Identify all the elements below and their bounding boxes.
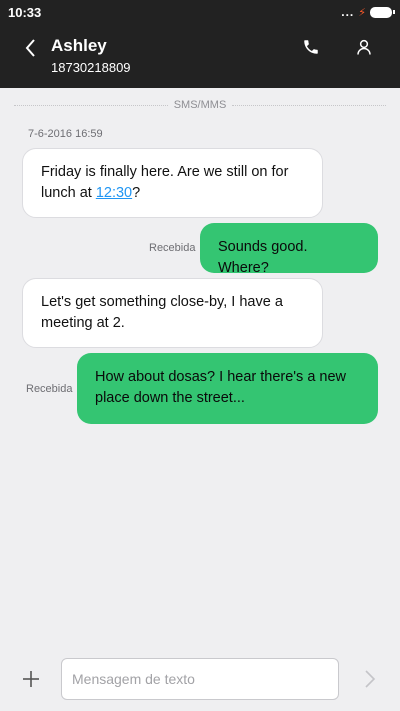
- channel-label: SMS/MMS: [173, 99, 227, 111]
- divider-line: [14, 104, 168, 106]
- phone-icon[interactable]: [302, 38, 320, 56]
- incoming-message-bubble[interactable]: Friday is finally here. Are we still on …: [22, 148, 323, 218]
- outgoing-message-bubble[interactable]: How about dosas? I hear there's a new pl…: [77, 353, 378, 424]
- message-text: ?: [132, 185, 141, 201]
- message-text: Friday is finally here. Are we still on …: [41, 164, 289, 201]
- delivery-status: Recebida: [26, 383, 73, 395]
- status-indicators: ... ⚡: [341, 5, 395, 19]
- message-timestamp: 7-6-2016 16:59: [28, 128, 103, 140]
- notification-dots: ...: [341, 5, 355, 19]
- outgoing-message-bubble[interactable]: Sounds good. Where?: [200, 223, 378, 276]
- delivery-status: Recebida: [149, 242, 196, 254]
- contact-name: Ashley: [51, 36, 107, 55]
- message-composer: [0, 648, 400, 711]
- time-link[interactable]: 12:30: [96, 185, 132, 201]
- incoming-message-bubble[interactable]: Let's get something close-by, I have a m…: [22, 278, 323, 348]
- message-input[interactable]: [61, 658, 339, 700]
- contact-number: 18730218809: [51, 60, 131, 75]
- contact-person-icon[interactable]: [355, 38, 373, 56]
- battery-icon: [370, 6, 395, 18]
- divider-line: [232, 104, 386, 106]
- channel-divider: SMS/MMS: [14, 96, 386, 114]
- back-arrow-icon[interactable]: [22, 37, 40, 59]
- plus-icon[interactable]: [22, 670, 40, 688]
- status-time: 10:33: [8, 4, 42, 20]
- status-bar: 10:33 ... ⚡: [0, 0, 400, 24]
- send-chevron-icon[interactable]: [364, 669, 376, 689]
- charging-icon: ⚡: [358, 6, 366, 19]
- conversation-header: Ashley 18730218809: [0, 24, 400, 88]
